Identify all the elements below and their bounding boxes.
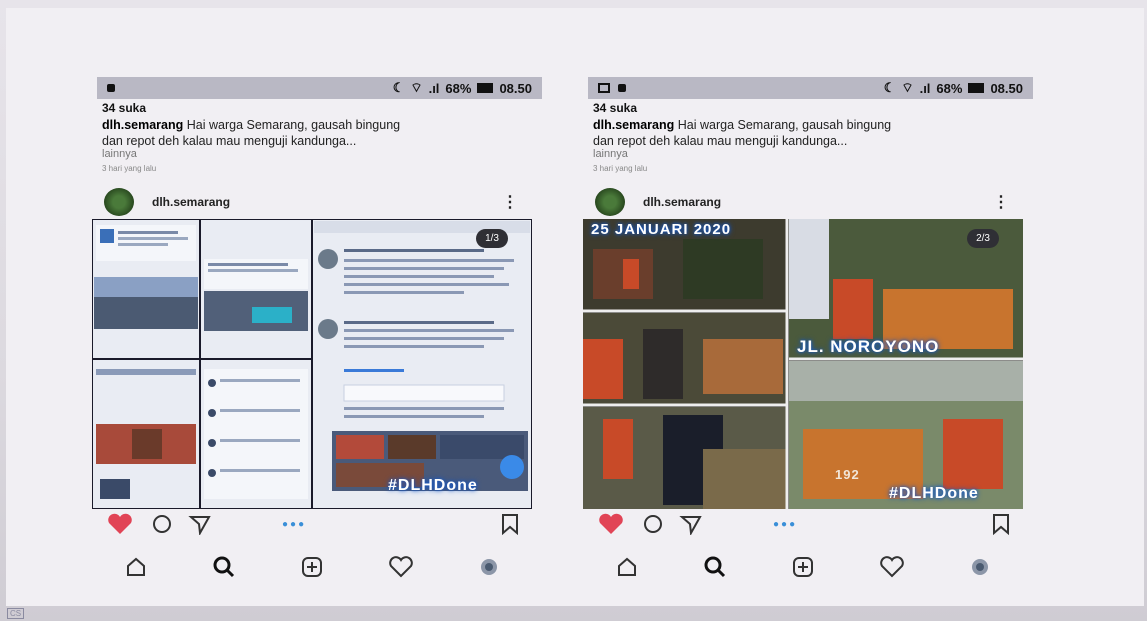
home-icon[interactable] [124,555,148,579]
battery-icon [477,83,494,93]
notification-icon [618,84,626,92]
activity-icon[interactable] [388,556,414,578]
status-bar: ☾ ⌔ .ıl 68% 08.50 [588,77,1033,99]
wifi-icon: ⌔ [901,80,914,95]
home-icon[interactable] [615,555,639,579]
share-icon[interactable] [188,513,212,535]
truck-number: 192 [835,467,860,482]
post-media[interactable]: 25 JANUARI 2020 2/3 JL. NOROYONO 192 #DL… [583,219,1023,509]
notification-icon [107,84,115,92]
caption-text-line2: dan repot deh kalau mau menguji kandunga… [593,134,848,148]
hashtag-overlay: #DLHDone [889,485,979,502]
bottom-nav [583,547,1023,587]
search-icon[interactable] [703,555,727,579]
clock: 08.50 [499,80,532,96]
add-icon[interactable] [791,555,815,579]
moon-icon: ☾ [883,80,896,95]
street-overlay: JL. NOROYONO [797,337,940,356]
caption-text-line2: dan repot deh kalau mau menguji kandunga… [102,134,357,148]
bottom-nav [92,547,532,587]
post-media[interactable]: 1/3 #DLHDone [92,219,532,509]
like-count[interactable]: 34 suka [593,101,637,115]
more-options-icon[interactable]: ⋮ [502,192,518,212]
bookmark-icon[interactable] [991,513,1011,535]
caption-text-line1: Hai warga Semarang, gausah bingung [677,118,892,132]
post-time: 3 hari yang lalu [593,164,648,173]
profile-icon[interactable] [969,556,991,578]
post-header: dlh.semarang ⋮ [583,187,1023,217]
avatar[interactable] [595,188,625,216]
carousel-counter: 2/3 [967,229,999,248]
battery-icon [968,83,985,93]
carousel-dots: ●●● [773,518,798,530]
battery-percent: 68% [936,80,963,96]
clock: 08.50 [990,80,1023,96]
moon-icon: ☾ [392,80,405,95]
gallery-icon [598,83,610,93]
carousel-counter: 1/3 [476,229,508,248]
add-icon[interactable] [300,555,324,579]
comment-icon[interactable] [150,513,174,535]
signal-icon: .ıl [919,80,931,96]
more-link[interactable]: lainnya [593,148,628,160]
post-username[interactable]: dlh.semarang [152,195,230,209]
more-link[interactable]: lainnya [102,148,137,160]
phone-screenshot-1: ☾ ⌔ .ıl 68% 08.50 34 suka dlh.semarang H… [92,77,552,597]
more-options-icon[interactable]: ⋮ [993,192,1009,212]
share-icon[interactable] [679,513,703,535]
caption-username[interactable]: dlh.semarang [102,118,183,132]
search-icon[interactable] [212,555,236,579]
heart-icon[interactable] [106,513,136,535]
post-header: dlh.semarang ⋮ [92,187,532,217]
post-caption: dlh.semarang Hai warga Semarang, gausah … [593,117,1023,149]
collage-image [583,219,1023,509]
profile-icon[interactable] [478,556,500,578]
watermark-logo: CS [7,608,25,619]
post-time: 3 hari yang lalu [102,164,157,173]
post-actions: ●●● [583,509,1023,539]
post-actions: ●●● [92,509,532,539]
signal-icon: .ıl [428,80,440,96]
post-username[interactable]: dlh.semarang [643,195,721,209]
caption-text-line1: Hai warga Semarang, gausah bingung [186,118,401,132]
date-overlay: 25 JANUARI 2020 [591,221,732,238]
bookmark-icon[interactable] [500,513,520,535]
battery-percent: 68% [445,80,472,96]
wifi-icon: ⌔ [410,80,423,95]
post-caption: dlh.semarang Hai warga Semarang, gausah … [102,117,532,149]
heart-icon[interactable] [597,513,627,535]
phone-screenshot-2: ☾ ⌔ .ıl 68% 08.50 34 suka dlh.semarang H… [583,77,1043,597]
caption-username[interactable]: dlh.semarang [593,118,674,132]
like-count[interactable]: 34 suka [102,101,146,115]
carousel-dots: ●●● [282,518,307,530]
avatar[interactable] [104,188,134,216]
status-bar: ☾ ⌔ .ıl 68% 08.50 [97,77,542,99]
comment-icon[interactable] [641,513,665,535]
hashtag-overlay: #DLHDone [388,477,478,494]
collage-image [92,219,532,509]
activity-icon[interactable] [879,556,905,578]
